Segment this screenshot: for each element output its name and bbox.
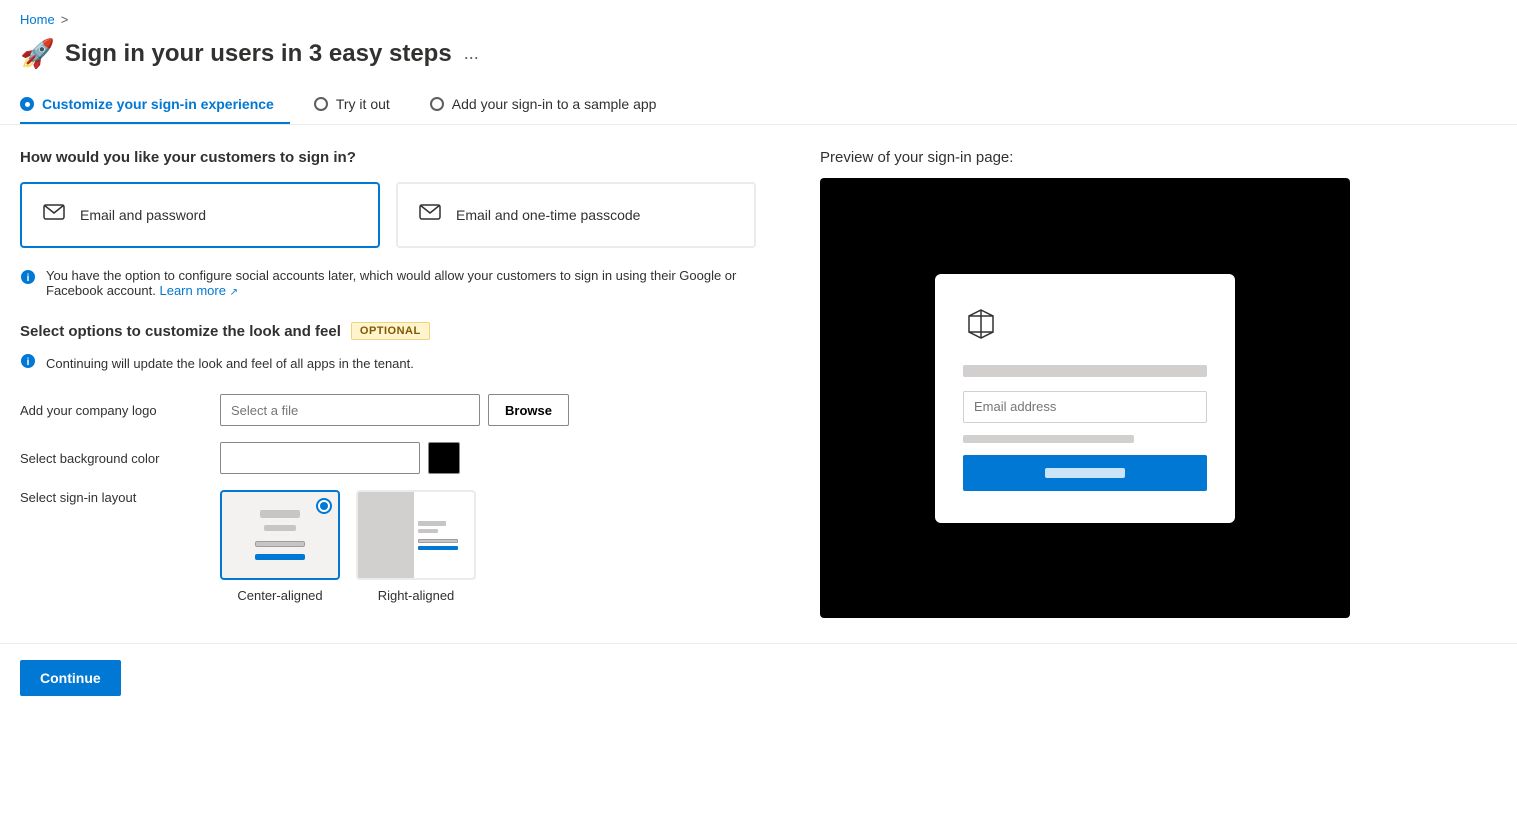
signin-options: Email and password Email and one-time pa…: [20, 182, 780, 248]
option-email-password-label: Email and password: [80, 207, 206, 223]
bg-color-row: Select background color #000000: [20, 442, 780, 474]
look-feel-header: Select options to customize the look and…: [20, 322, 780, 340]
tab-tryitout[interactable]: Try it out: [314, 86, 406, 124]
look-info-icon: i: [20, 353, 36, 374]
layout-options: Center-aligned: [220, 490, 476, 603]
info-text: You have the option to configure social …: [46, 268, 780, 298]
layout-right[interactable]: Right-aligned: [356, 490, 476, 603]
option-email-password[interactable]: Email and password: [20, 182, 380, 248]
info-icon: i: [20, 269, 36, 290]
left-panel: How would you like your customers to sig…: [20, 149, 780, 619]
breadcrumb: Home >: [0, 0, 1517, 31]
preview-label: Preview of your sign-in page:: [820, 149, 1360, 166]
breadcrumb-separator: >: [61, 12, 69, 27]
layout-label: Select sign-in layout: [20, 490, 220, 505]
preview-btn-inner: [1045, 468, 1125, 478]
look-info-text: Continuing will update the look and feel…: [46, 356, 414, 371]
bg-color-label: Select background color: [20, 451, 220, 466]
page-header: 🚀 Sign in your users in 3 easy steps ...: [0, 31, 1517, 86]
svg-text:i: i: [27, 357, 30, 368]
preview-frame: [820, 178, 1350, 618]
tab-radio-tryitout: [314, 97, 328, 111]
tabs-bar: Customize your sign-in experience Try it…: [0, 86, 1517, 125]
email-password-icon: [42, 200, 66, 230]
page-title: Sign in your users in 3 easy steps: [65, 40, 452, 68]
layout-card-center: [220, 490, 340, 580]
rocket-icon: 🚀: [20, 37, 55, 70]
option-email-otp-label: Email and one-time passcode: [456, 207, 640, 223]
layout-preview-right: [358, 492, 474, 578]
main-content: How would you like your customers to sig…: [0, 125, 1517, 643]
more-options-icon[interactable]: ...: [464, 43, 479, 64]
footer: Continue: [0, 643, 1517, 712]
look-feel-title: Select options to customize the look and…: [20, 323, 341, 340]
layout-center[interactable]: Center-aligned: [220, 490, 340, 603]
tab-radio-sampleapp: [430, 97, 444, 111]
layout-row: Select sign-in layout: [20, 490, 780, 603]
preview-submit-button: [963, 455, 1207, 491]
preview-subtitle-bar: [963, 435, 1134, 443]
email-otp-icon: [418, 200, 442, 230]
option-email-otp[interactable]: Email and one-time passcode: [396, 182, 756, 248]
logo-file-input[interactable]: [220, 394, 480, 426]
logo-row: Add your company logo Browse: [20, 394, 780, 426]
tab-sampleapp[interactable]: Add your sign-in to a sample app: [430, 86, 673, 124]
layout-right-label: Right-aligned: [378, 588, 455, 603]
right-panel: Preview of your sign-in page:: [820, 149, 1360, 619]
external-link-icon: ↗: [230, 287, 238, 298]
logo-control: Browse: [220, 394, 569, 426]
preview-email-input: [963, 391, 1207, 423]
look-feel-section: Select options to customize the look and…: [20, 322, 780, 603]
logo-label: Add your company logo: [20, 403, 220, 418]
preview-app-icon: [963, 306, 1207, 349]
optional-badge: OPTIONAL: [351, 322, 430, 340]
layout-radio-center: [316, 498, 332, 514]
social-info-box: i You have the option to configure socia…: [20, 268, 780, 298]
preview-title-bar: [963, 365, 1207, 377]
bg-color-control: #000000: [220, 442, 460, 474]
bg-color-input[interactable]: #000000: [220, 442, 420, 474]
browse-button[interactable]: Browse: [488, 394, 569, 426]
svg-text:i: i: [27, 273, 30, 284]
tab-customize[interactable]: Customize your sign-in experience: [20, 86, 290, 124]
signin-section-title: How would you like your customers to sig…: [20, 149, 780, 166]
continue-button[interactable]: Continue: [20, 660, 121, 696]
preview-card: [935, 274, 1235, 523]
layout-card-right: [356, 490, 476, 580]
tab-tryitout-label: Try it out: [336, 96, 390, 112]
tab-sampleapp-label: Add your sign-in to a sample app: [452, 96, 657, 112]
breadcrumb-home[interactable]: Home: [20, 12, 55, 27]
tab-radio-customize: [20, 97, 34, 111]
color-swatch[interactable]: [428, 442, 460, 474]
layout-center-label: Center-aligned: [237, 588, 322, 603]
tab-customize-label: Customize your sign-in experience: [42, 96, 274, 112]
learn-more-link[interactable]: Learn more: [159, 283, 225, 298]
look-info-box: i Continuing will update the look and fe…: [20, 352, 780, 374]
